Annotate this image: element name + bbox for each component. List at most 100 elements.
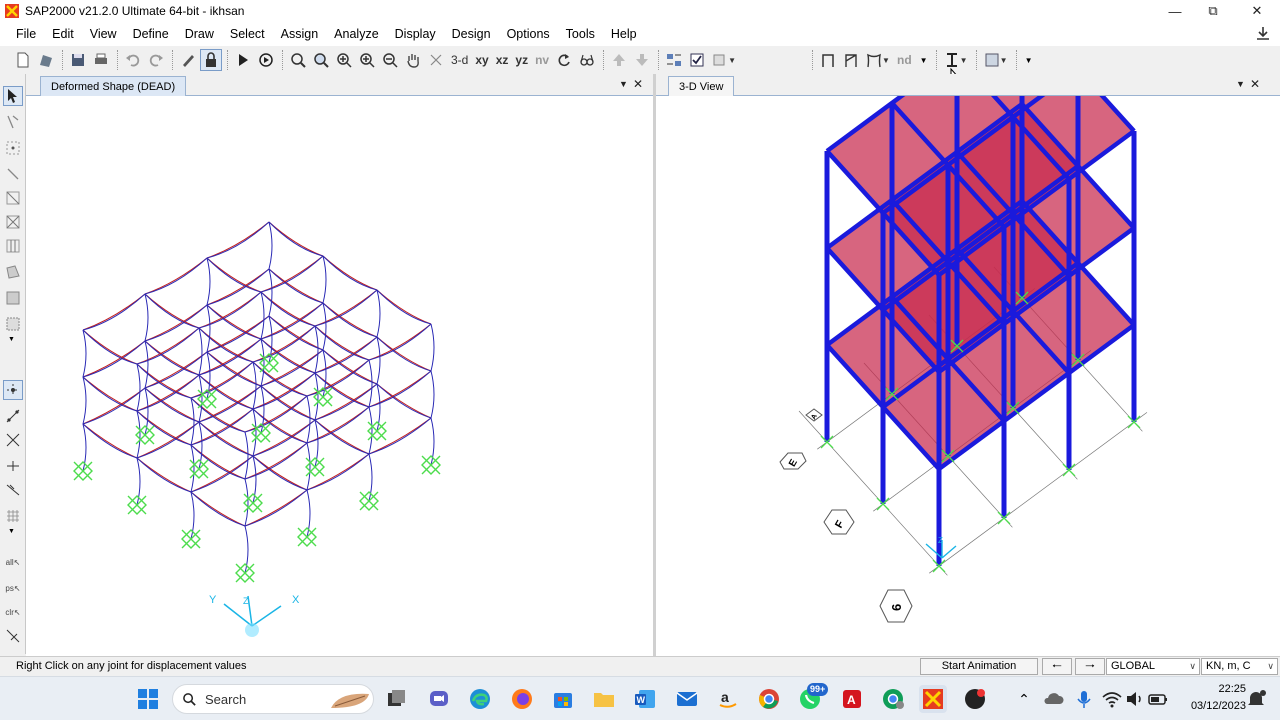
lock-button[interactable] [200, 49, 222, 71]
menu-draw[interactable]: Draw [177, 22, 222, 46]
object-shrink-button[interactable] [663, 49, 685, 71]
run-analysis-button[interactable] [232, 49, 254, 71]
snap-joints-tool[interactable] [3, 380, 23, 400]
menu-help[interactable]: Help [603, 22, 645, 46]
menu-assign[interactable]: Assign [273, 22, 327, 46]
move-up-button[interactable] [608, 49, 630, 71]
open-button[interactable] [35, 49, 57, 71]
start-animation-button[interactable]: Start Animation [920, 658, 1038, 675]
onedrive-tray-icon[interactable] [1040, 685, 1068, 713]
menu-options[interactable]: Options [499, 22, 558, 46]
view-xy-button[interactable]: xy [472, 49, 491, 71]
clock-time[interactable]: 22:25 [1212, 683, 1246, 695]
deformed-model-canvas[interactable]: Y X Z [26, 96, 653, 656]
dropdown-caret-icon[interactable]: ▼ [1025, 56, 1033, 65]
snap-line-ends-tool[interactable] [3, 406, 23, 426]
set-display-options-button[interactable] [686, 49, 708, 71]
redo-button[interactable] [145, 49, 167, 71]
edit-button[interactable] [177, 49, 199, 71]
draw-rect-area-tool[interactable] [3, 288, 23, 308]
view-yz-button[interactable]: yz [512, 49, 531, 71]
new-model-button[interactable] [12, 49, 34, 71]
download-icon[interactable] [1254, 25, 1272, 43]
dropdown-caret-icon[interactable]: ▼ [920, 56, 928, 65]
area-button[interactable]: ▼ [981, 49, 1011, 71]
pan-button[interactable] [402, 49, 424, 71]
select-all-tool[interactable]: all↖ [3, 552, 23, 572]
menu-edit[interactable]: Edit [44, 22, 82, 46]
view-nv-button[interactable]: nv [532, 49, 552, 71]
quick-secondary-tool[interactable] [3, 236, 23, 256]
rotate-button[interactable] [553, 49, 575, 71]
menu-file[interactable]: File [8, 22, 44, 46]
pointer-tool[interactable] [3, 86, 23, 106]
menu-display[interactable]: Display [387, 22, 444, 46]
panel-menu-caret-icon[interactable]: ▼ [1236, 79, 1245, 89]
battery-tray-icon[interactable] [1144, 685, 1172, 713]
3d-model-canvas[interactable]: A E F 6 Z [656, 96, 1280, 656]
clear-selection-tool[interactable]: clr↖ [3, 602, 23, 622]
amazon-button[interactable]: a [714, 685, 742, 713]
snap-fine-grid-tool[interactable] [3, 506, 23, 526]
menu-analyze[interactable]: Analyze [326, 22, 386, 46]
deformed-frame-button[interactable]: ▼ [863, 49, 893, 71]
word-button[interactable]: W [631, 685, 659, 713]
nd-button[interactable]: nd [894, 49, 915, 71]
quick-brace-tool[interactable] [3, 212, 23, 232]
display-options-dropdown[interactable]: ▼ [709, 49, 739, 71]
left-toolbar-caret-icon[interactable]: ▼ [8, 528, 15, 535]
undo-button[interactable] [122, 49, 144, 71]
snap-intersection-tool[interactable] [3, 430, 23, 450]
sap2000-taskbar-button[interactable] [919, 685, 947, 713]
tab-deformed-shape[interactable]: Deformed Shape (DEAD) [40, 76, 187, 96]
tab-3d-view[interactable]: 3-D View [668, 76, 735, 96]
left-toolbar-caret-icon[interactable]: ▼ [8, 336, 15, 343]
next-mode-button[interactable]: 🠂 [1075, 658, 1105, 675]
run-now-button[interactable] [255, 49, 277, 71]
restore-button[interactable]: ⧉ [1190, 0, 1236, 22]
previous-selection-tool[interactable]: ps↖ [3, 578, 23, 598]
clock-date[interactable]: 03/12/2023 [1180, 700, 1246, 712]
edge-button[interactable] [466, 685, 494, 713]
acrobat-button[interactable]: A [838, 685, 866, 713]
menu-design[interactable]: Design [444, 22, 499, 46]
zoom-window-button[interactable] [287, 49, 309, 71]
perspective-button[interactable] [576, 49, 598, 71]
panel-close-icon[interactable]: ✕ [1250, 77, 1260, 91]
restraint-button[interactable] [817, 49, 839, 71]
print-button[interactable] [90, 49, 112, 71]
reshape-tool[interactable] [3, 112, 23, 132]
rubber-band-button[interactable] [425, 49, 447, 71]
close-window-button[interactable]: ✕ [1234, 0, 1280, 22]
start-button[interactable] [134, 685, 162, 713]
task-view-button[interactable] [382, 685, 410, 713]
file-explorer-button[interactable] [590, 685, 618, 713]
zoom-full-button[interactable] [310, 49, 332, 71]
quick-frame-tool[interactable] [3, 188, 23, 208]
store-button[interactable] [549, 685, 577, 713]
draw-frame-tool[interactable] [3, 164, 23, 184]
snap-lines-tool[interactable] [3, 480, 23, 500]
zoom-in-step-button[interactable] [356, 49, 378, 71]
zoom-in-button[interactable] [333, 49, 355, 71]
draw-joint-tool[interactable] [3, 138, 23, 158]
panel-menu-caret-icon[interactable]: ▼ [619, 79, 628, 89]
chrome-profile-button[interactable] [879, 685, 907, 713]
units-select[interactable]: KN, m, C ∨ [1201, 658, 1278, 675]
mail-button[interactable] [673, 685, 701, 713]
notifications-button[interactable] [1242, 685, 1270, 713]
draw-area-tool[interactable] [3, 262, 23, 282]
teams-meet-button[interactable] [425, 685, 453, 713]
previous-mode-button[interactable]: 🠀 [1042, 658, 1072, 675]
panel-close-icon[interactable]: ✕ [633, 77, 643, 91]
view-3d-button[interactable]: 3-d [448, 49, 471, 71]
view-xz-button[interactable]: xz [493, 49, 512, 71]
microphone-tray-icon[interactable] [1070, 685, 1098, 713]
braced-frame-button[interactable] [840, 49, 862, 71]
move-down-button[interactable] [631, 49, 653, 71]
intersecting-line-select-tool[interactable] [3, 626, 23, 646]
github-button[interactable] [961, 685, 989, 713]
menu-view[interactable]: View [82, 22, 125, 46]
coord-system-select[interactable]: GLOBAL ∨ [1106, 658, 1200, 675]
menu-tools[interactable]: Tools [558, 22, 603, 46]
